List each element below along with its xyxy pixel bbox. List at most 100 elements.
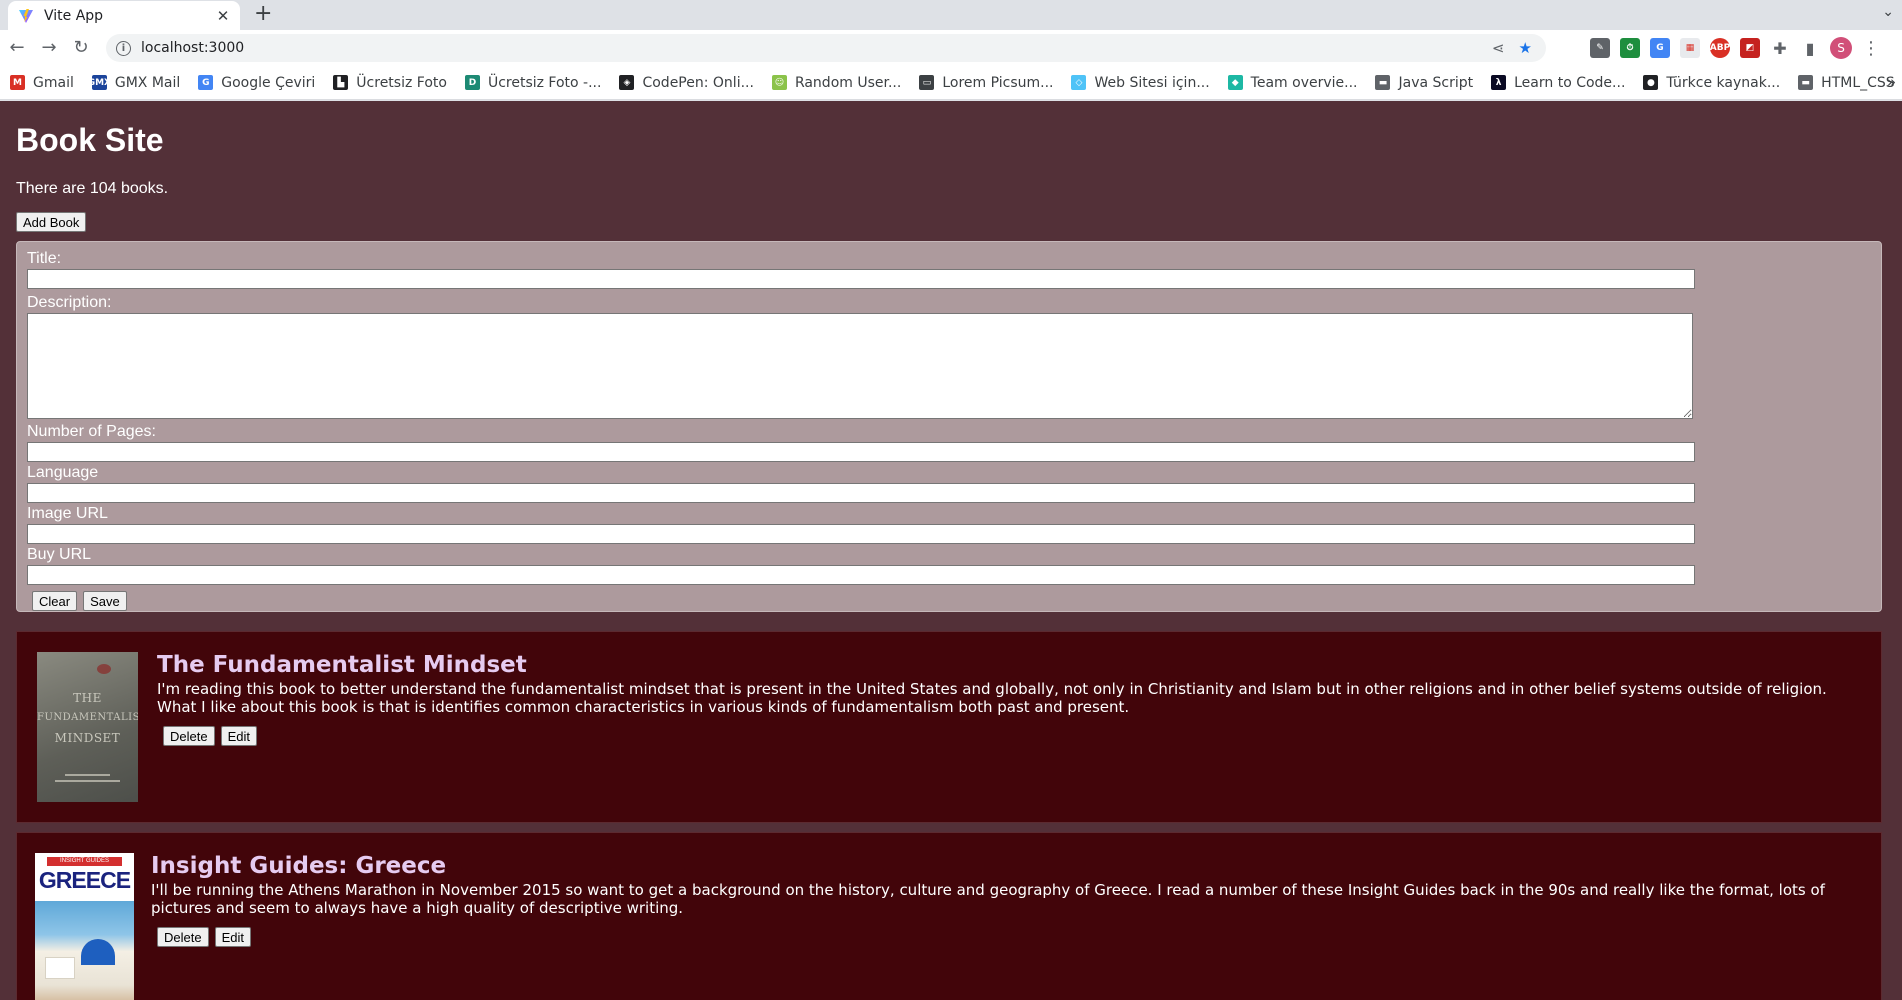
bookmark-item[interactable]: ☺ Random User... xyxy=(771,74,902,91)
tab-strip: Vite App ✕ + ⌄ xyxy=(0,0,1902,30)
bookmark-label: Ücretsiz Foto xyxy=(356,74,447,91)
bookmark-label: CodePen: Onli... xyxy=(642,74,754,91)
bookmark-label: Java Script xyxy=(1398,74,1474,91)
clear-button[interactable]: Clear xyxy=(32,591,78,611)
bookmark-item[interactable]: λ Learn to Code... xyxy=(1491,75,1625,91)
book-cover-image: THE FUNDAMENTALIST MINDSET xyxy=(37,652,138,802)
image-url-label: Image URL xyxy=(27,505,108,522)
side-panel-icon[interactable]: ▮ xyxy=(1800,38,1820,58)
cover-brand: INSIGHT GUIDES xyxy=(47,857,122,866)
new-tab-button[interactable]: + xyxy=(254,3,272,25)
edit-button[interactable]: Edit xyxy=(214,927,251,947)
bookmark-item[interactable]: D Ücretsiz Foto -... xyxy=(464,74,602,91)
timer-extension-icon[interactable]: ⏱ xyxy=(1620,38,1640,58)
bookmark-item[interactable]: ● Türkce kaynak... xyxy=(1643,75,1780,91)
bookmark-label: Google Çeviri xyxy=(221,74,316,91)
bookmark-label: Lorem Picsum... xyxy=(942,74,1054,91)
bookmarks-bar: M Gmail GMX GMX Mail G Google Çeviri ▙ Ücretsiz… xyxy=(0,66,1902,100)
address-bar[interactable]: i localhost:3000 ⋖ ★ xyxy=(106,34,1546,62)
browser-toolbar: ← → ↻ i localhost:3000 ⋖ ★ ✎ ⏱ G ▦ ABP ◩… xyxy=(0,30,1902,66)
edit-button[interactable]: Edit xyxy=(220,726,257,746)
bookmark-item[interactable]: ◆ Team overvie... xyxy=(1227,74,1358,91)
pages-input[interactable] xyxy=(27,442,1695,462)
diamond-icon: ◆ xyxy=(1227,75,1243,90)
bookmark-label: Ücretsiz Foto -... xyxy=(487,74,602,91)
gmail-icon: M xyxy=(10,75,25,90)
bookmark-label: Team overvie... xyxy=(1250,74,1358,91)
book-cover-image: INSIGHT GUIDES GREECE xyxy=(35,853,134,1000)
picsum-icon: ▭ xyxy=(919,75,935,90)
language-label: Language xyxy=(27,464,99,481)
extensions-puzzle-icon[interactable]: ✚ xyxy=(1770,38,1790,58)
book-count-text: There are 104 books. xyxy=(16,180,169,197)
cover-author-line xyxy=(55,780,120,782)
more-bookmarks-chevron-icon[interactable]: » xyxy=(1887,73,1896,91)
translate-icon: G xyxy=(198,75,214,90)
bookmark-item[interactable]: ◈ CodePen: Onli... xyxy=(619,74,754,91)
cover-text: THE FUNDAMENTALIST MINDSET xyxy=(37,688,138,748)
bookmark-item[interactable]: ◇ Web Sitesi için... xyxy=(1071,75,1210,91)
save-button[interactable]: Save xyxy=(83,591,127,611)
add-book-button[interactable]: Add Book xyxy=(16,212,87,232)
bookmark-item[interactable]: G Google Çeviri xyxy=(198,75,315,91)
bookmark-label: Türkce kaynak... xyxy=(1666,74,1781,91)
book-card: THE FUNDAMENTALIST MINDSET The Fundament… xyxy=(16,631,1882,823)
url-text[interactable]: localhost:3000 xyxy=(141,40,244,56)
book-title: The Fundamentalist Mindset xyxy=(157,652,527,678)
cover-blood-splatter xyxy=(97,664,111,674)
vite-logo-icon xyxy=(18,8,34,24)
bookmark-item[interactable]: ▭ Lorem Picsum... xyxy=(919,75,1053,91)
site-info-icon[interactable]: i xyxy=(116,40,131,56)
bookmark-star-icon[interactable]: ★ xyxy=(1519,39,1532,57)
bookmark-item[interactable]: ▙ Ücretsiz Foto xyxy=(333,75,447,91)
browser-tab[interactable]: Vite App ✕ xyxy=(8,1,240,30)
delete-button[interactable]: Delete xyxy=(157,927,209,947)
adblock-extension-icon[interactable]: ABP xyxy=(1710,38,1730,58)
description-textarea[interactable] xyxy=(27,313,1693,419)
description-label: Description: xyxy=(27,294,112,311)
buy-url-label: Buy URL xyxy=(27,546,92,563)
bookmark-item[interactable]: M Gmail xyxy=(10,75,74,91)
tab-title: Vite App xyxy=(44,7,104,24)
reload-icon[interactable]: ↻ xyxy=(70,37,92,59)
cover-line: FUNDAMENTALIST xyxy=(37,712,138,723)
image-url-input[interactable] xyxy=(27,524,1695,544)
close-tab-icon[interactable]: ✕ xyxy=(214,7,232,25)
browser-menu-icon[interactable]: ⋮ xyxy=(1862,38,1880,59)
language-input[interactable] xyxy=(27,483,1695,503)
back-arrow-icon[interactable]: ← xyxy=(6,37,28,59)
bookmark-label: GMX Mail xyxy=(114,74,181,91)
bookmark-item[interactable]: ▬ Java Script xyxy=(1375,75,1473,91)
camera-icon: ▙ xyxy=(333,75,349,90)
cover-white-house xyxy=(45,957,75,979)
bookmark-item[interactable]: ▬ HTML_CSS xyxy=(1798,75,1895,91)
book-card: INSIGHT GUIDES GREECE Insight Guides: Gr… xyxy=(16,832,1882,1000)
calendar-extension-icon[interactable]: ▦ xyxy=(1680,38,1700,58)
screenshot-extension-icon[interactable]: ◩ xyxy=(1740,38,1760,58)
cover-line: MINDSET xyxy=(54,731,121,745)
eyedropper-extension-icon[interactable]: ✎ xyxy=(1590,38,1610,58)
share-icon[interactable]: ⋖ xyxy=(1492,39,1505,57)
bookmark-label: HTML_CSS xyxy=(1821,74,1895,91)
diamond-outline-icon: ◇ xyxy=(1071,75,1087,90)
gmx-icon: GMX xyxy=(88,75,111,90)
translate-extension-icon[interactable]: G xyxy=(1650,38,1670,58)
buy-url-input[interactable] xyxy=(27,565,1695,585)
codepen-icon: ◈ xyxy=(619,75,635,90)
bookmark-item[interactable]: GMX GMX Mail xyxy=(88,74,181,91)
title-input[interactable] xyxy=(27,269,1695,289)
bookmark-label: Gmail xyxy=(33,74,74,91)
bookmark-label: Random User... xyxy=(794,74,902,91)
tab-search-chevron-icon[interactable]: ⌄ xyxy=(1882,4,1894,20)
delete-button[interactable]: Delete xyxy=(163,726,215,746)
extensions-area: ✎ ⏱ G ▦ ABP ◩ ✚ ▮ S ⋮ xyxy=(1590,37,1880,59)
github-icon: ● xyxy=(1643,75,1659,90)
photo-icon: D xyxy=(464,75,480,90)
page-content: Book Site There are 104 books. Add Book … xyxy=(0,101,1902,1000)
bookmark-label: Learn to Code... xyxy=(1514,74,1626,91)
profile-avatar[interactable]: S xyxy=(1830,37,1852,59)
forward-arrow-icon[interactable]: → xyxy=(38,37,60,59)
book-title: Insight Guides: Greece xyxy=(151,853,447,879)
pages-label: Number of Pages: xyxy=(27,423,156,440)
folder-icon: ▬ xyxy=(1798,75,1814,90)
